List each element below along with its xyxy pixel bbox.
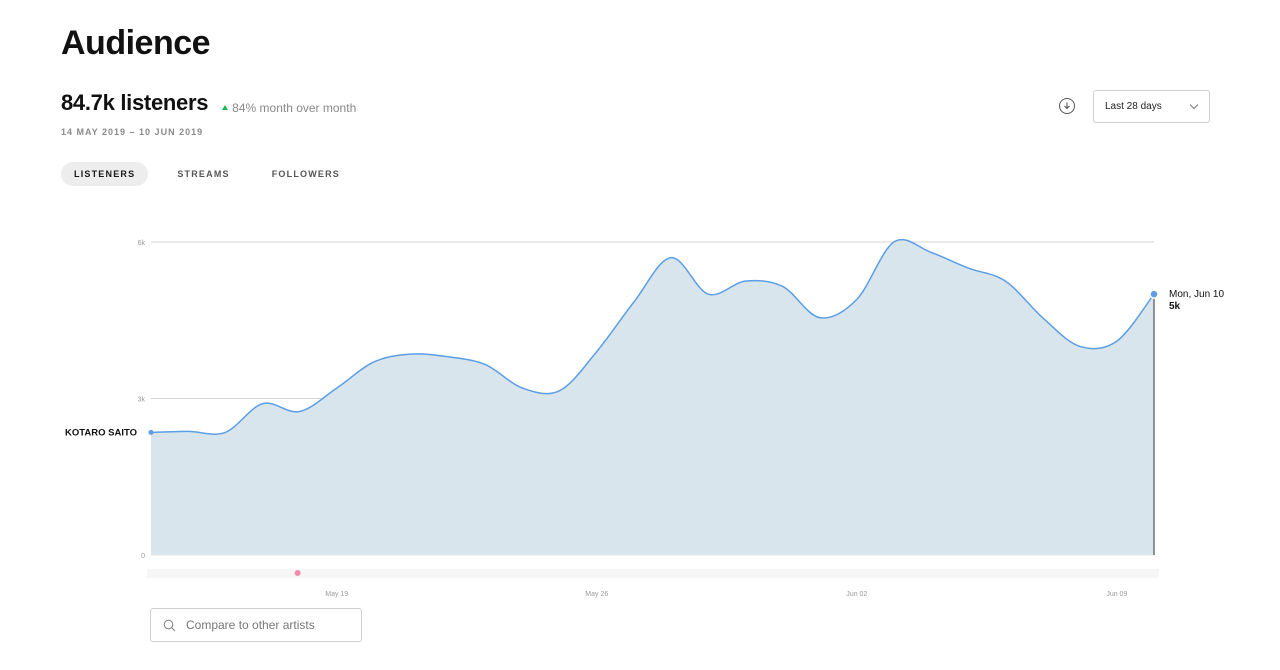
compare-search[interactable] [150, 608, 362, 642]
x-axis-ticks: May 19 May 26 Jun 02 Jun 09 [147, 569, 1159, 598]
x-tick-label: May 19 [325, 591, 348, 598]
listeners-chart: 03k6k KOTARO SAITOMon, Jun 105k May 19 Ma… [65, 238, 1224, 598]
x-tick-label: Jun 02 [846, 591, 867, 598]
x-tick-label: Jun 09 [1106, 591, 1127, 598]
tooltip-value: 5k [1169, 301, 1181, 312]
x-tick-label: May 26 [585, 591, 608, 598]
y-tick-label: 0 [141, 553, 145, 560]
y-tick-label: 3k [138, 397, 146, 404]
search-icon [163, 619, 176, 631]
area-fill [151, 239, 1154, 556]
event-marker [294, 570, 301, 576]
chart-area-layer [150, 238, 1155, 556]
compare-artists-input[interactable] [184, 617, 358, 633]
hover-point [1149, 289, 1159, 299]
series-label: KOTARO SAITO [65, 427, 137, 438]
y-tick-label: 6k [138, 240, 146, 247]
series-start-point [148, 429, 154, 435]
tooltip-date: Mon, Jun 10 [1169, 289, 1224, 300]
y-axis-ticks: 0 3k 6k [138, 240, 146, 560]
